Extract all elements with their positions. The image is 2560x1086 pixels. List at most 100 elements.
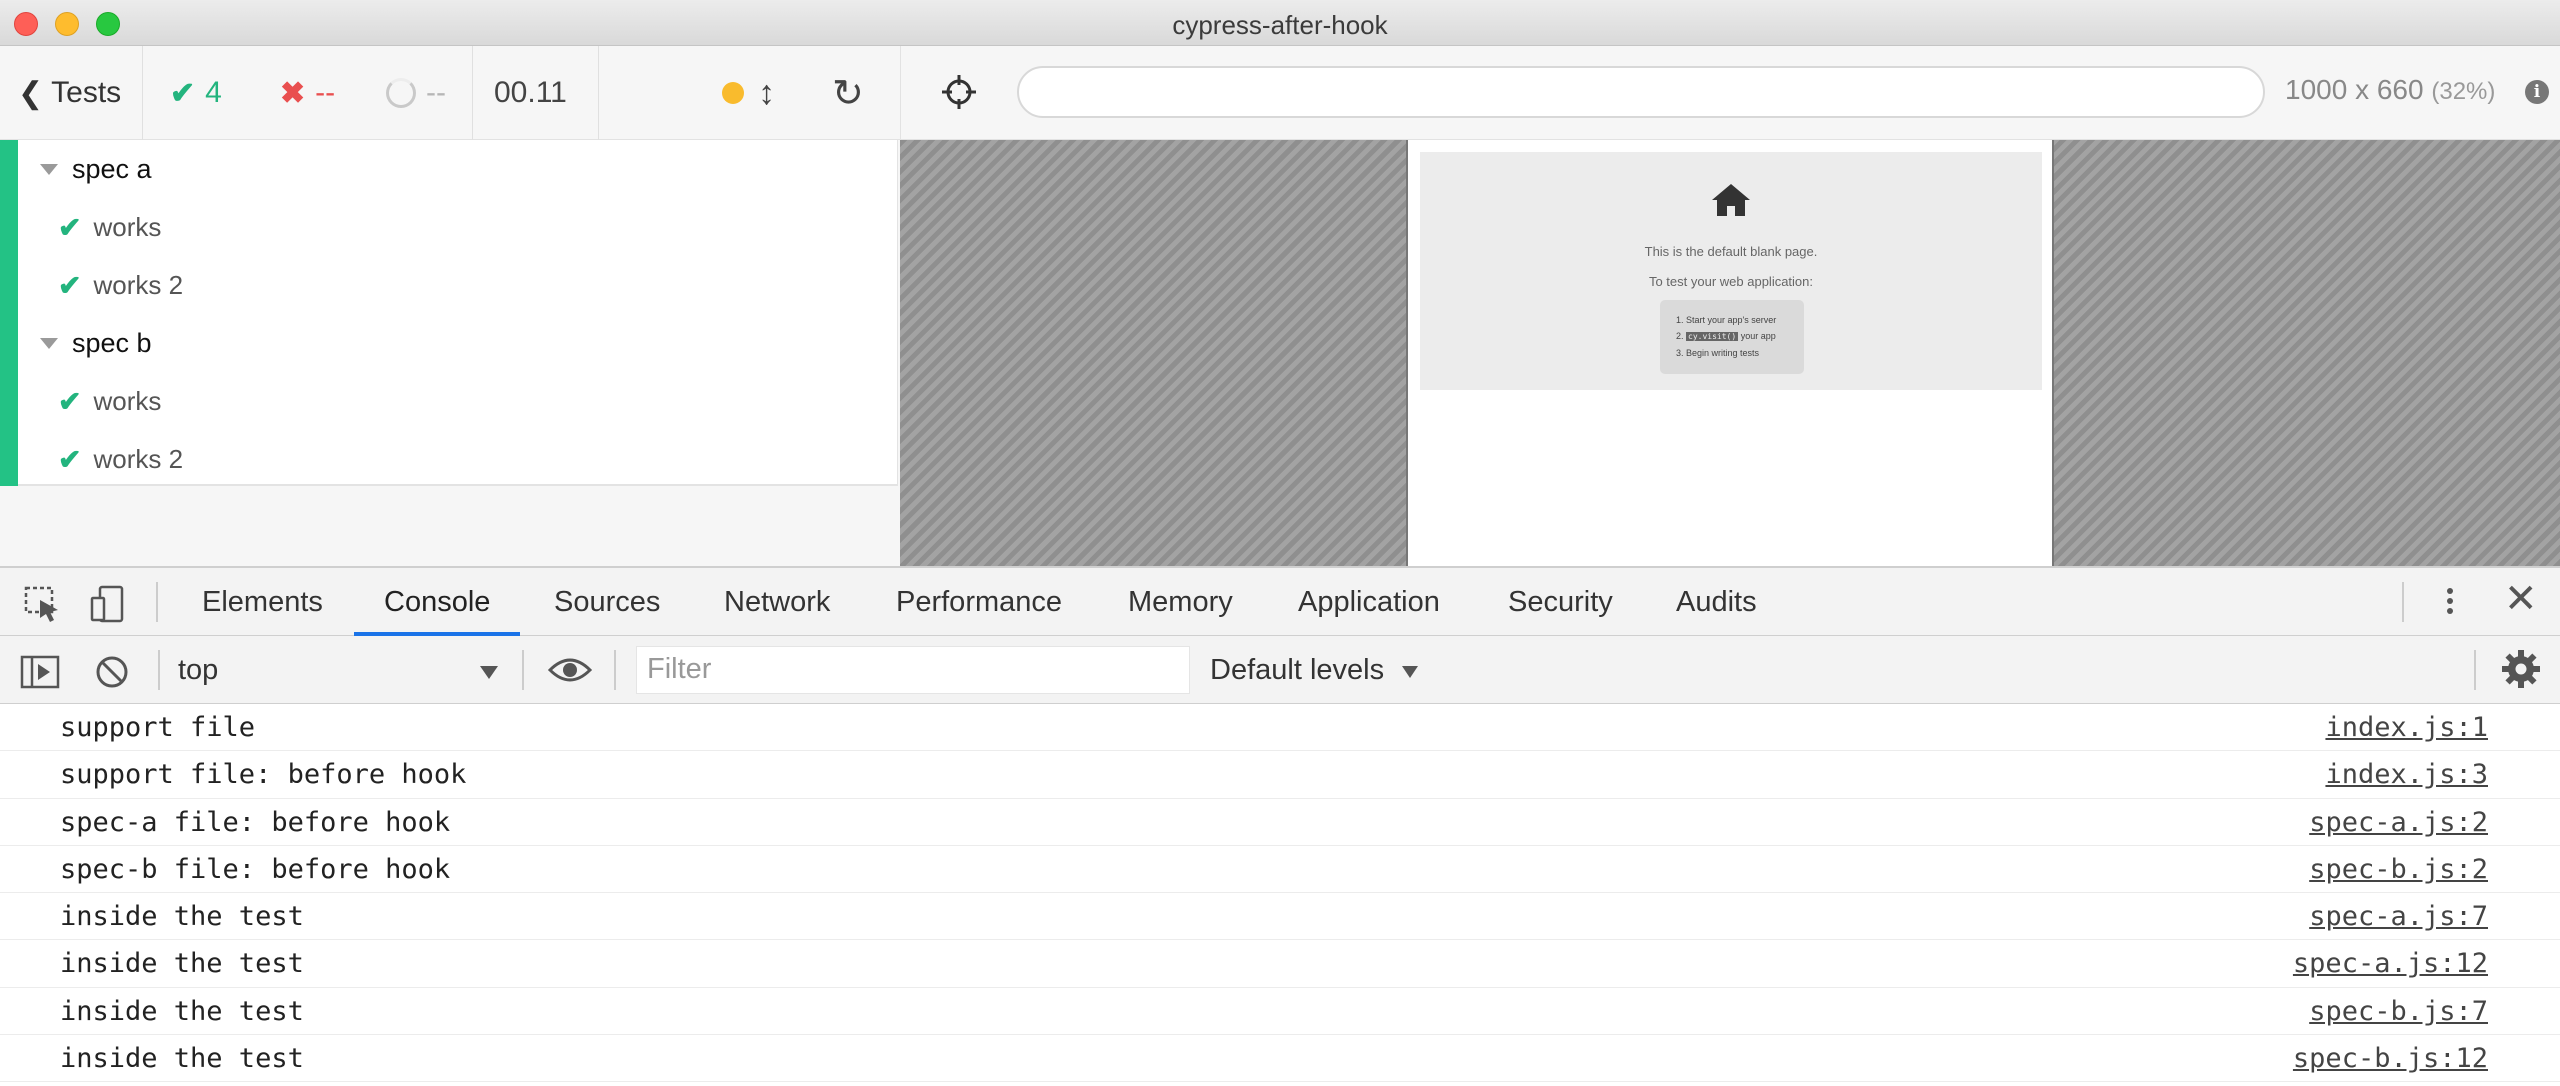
suite-row[interactable]: spec a	[18, 140, 898, 198]
log-source-link[interactable]: spec-a.js:2	[2309, 807, 2488, 838]
clear-console-icon[interactable]	[92, 652, 132, 692]
tab-sources[interactable]: Sources	[554, 568, 660, 636]
test-title: works 2	[93, 269, 184, 300]
auto-scroll-indicator[interactable]	[722, 46, 744, 140]
viewport-dimensions: 1000 x 660	[2285, 74, 2424, 105]
expand-vertical-icon[interactable]: ↕	[758, 46, 775, 140]
aut-iframe[interactable]: This is the default blank page. To test …	[1406, 140, 2054, 568]
inspect-element-icon[interactable]	[22, 584, 62, 624]
reload-icon: ↻	[832, 72, 864, 115]
passed-count: 4	[205, 76, 222, 109]
pending-stat: --	[386, 46, 446, 140]
log-source-link[interactable]: spec-a.js:7	[2309, 901, 2488, 932]
log-source-link[interactable]: index.js:3	[2325, 759, 2488, 790]
console-log-row: inside the test spec-b.js:12	[0, 1035, 2560, 1083]
test-row[interactable]: ✔ works	[18, 372, 898, 430]
log-message: spec-b file: before hook	[60, 853, 451, 885]
console-log-row: spec-b file: before hook spec-b.js:2	[0, 846, 2560, 894]
aut-iframe-container: This is the default blank page. To test …	[900, 140, 2560, 568]
rerun-button[interactable]: ↻	[832, 46, 864, 140]
test-title: works	[93, 211, 162, 242]
tab-security[interactable]: Security	[1508, 568, 1613, 636]
devtools-tab-bar: Elements Console Sources Network Perform…	[0, 568, 2560, 636]
tab-audits[interactable]: Audits	[1676, 568, 1757, 636]
log-message: support file	[60, 712, 256, 743]
gear-icon[interactable]	[2500, 648, 2542, 690]
tests-button-label: Tests	[51, 76, 122, 109]
log-source-link[interactable]: spec-b.js:7	[2309, 996, 2488, 1027]
context-select[interactable]: top	[178, 654, 218, 687]
log-message: spec-a file: before hook	[60, 806, 451, 838]
chevron-left-icon: ❮	[18, 76, 44, 110]
divider	[472, 46, 473, 140]
console-log-row: inside the test spec-a.js:12	[0, 940, 2560, 988]
window-title: cypress-after-hook	[1172, 10, 1388, 40]
suite-title: spec a	[72, 153, 152, 184]
suite-row[interactable]: spec b	[18, 314, 898, 372]
tab-elements[interactable]: Elements	[202, 568, 323, 636]
blank-page-instructions: To test your web application:	[1648, 274, 1814, 289]
log-source-link[interactable]: spec-b.js:12	[2293, 1043, 2488, 1074]
divider	[2402, 582, 2404, 622]
dropdown-caret-icon[interactable]	[1402, 666, 1418, 678]
blank-page-steps: 1. Start your app's server 2. cy.visit()…	[1660, 300, 1804, 374]
log-source-link[interactable]: index.js:1	[2325, 712, 2488, 743]
show-sidebar-icon[interactable]	[20, 652, 60, 692]
cross-icon: ✖	[280, 76, 306, 110]
step-2-suffix: your app	[1738, 331, 1776, 341]
divider	[614, 650, 616, 690]
divider	[158, 650, 160, 690]
eye-icon[interactable]	[548, 654, 592, 686]
selector-playground-icon[interactable]	[939, 72, 979, 112]
tab-memory[interactable]: Memory	[1128, 568, 1233, 636]
check-icon: ✔	[170, 76, 196, 110]
status-dot-icon	[722, 82, 744, 104]
test-row[interactable]: ✔ works 2	[18, 256, 898, 314]
test-row[interactable]: ✔ works 2	[18, 430, 898, 488]
device-toolbar-icon[interactable]	[88, 584, 128, 624]
runnables-list: spec a ✔ works ✔ works 2 spec b ✔ works …	[0, 140, 898, 486]
console-log-row: inside the test spec-b.js:7	[0, 988, 2560, 1036]
tab-console[interactable]: Console	[354, 568, 521, 636]
log-message: inside the test	[60, 901, 304, 933]
divider	[598, 46, 599, 140]
log-source-link[interactable]: spec-b.js:2	[2309, 854, 2488, 885]
log-source-link[interactable]: spec-a.js:12	[2293, 948, 2488, 979]
reporter-panel: spec a ✔ works ✔ works 2 spec b ✔ works …	[0, 140, 900, 568]
viewport-size: 1000 x 660 (32%)	[2285, 74, 2495, 106]
log-message: inside the test	[60, 948, 304, 980]
close-devtools-icon[interactable]: ✕	[2504, 576, 2538, 622]
tests-button[interactable]: ❮ Tests	[18, 46, 121, 140]
tab-performance[interactable]: Performance	[896, 568, 1062, 636]
tab-application[interactable]: Application	[1298, 568, 1440, 636]
window-titlebar: cypress-after-hook	[0, 0, 2560, 46]
failed-count: --	[315, 76, 336, 109]
info-icon[interactable]: i	[2525, 80, 2549, 104]
collapse-triangle-icon	[40, 163, 58, 175]
divider	[142, 46, 143, 140]
passed-status-bar	[0, 140, 18, 486]
step-2: 2. cy.visit() your app	[1676, 328, 1804, 345]
more-options-icon[interactable]	[2440, 584, 2460, 624]
tab-network[interactable]: Network	[724, 568, 830, 636]
test-title: works	[93, 385, 162, 416]
devtools-panel: Elements Console Sources Network Perform…	[0, 566, 2560, 1086]
log-message: inside the test	[60, 995, 304, 1027]
filter-input[interactable]: Filter	[636, 646, 1190, 694]
aut-header: 1000 x 660 (32%) i	[900, 46, 2560, 140]
url-bar[interactable]	[1017, 66, 2265, 118]
console-log-row: inside the test spec-a.js:7	[0, 893, 2560, 941]
check-icon: ✔	[58, 443, 82, 475]
step-1: 1. Start your app's server	[1676, 315, 1777, 325]
console-log-row: support file: before hook index.js:3	[0, 751, 2560, 799]
log-levels-select[interactable]: Default levels	[1210, 654, 1384, 687]
check-icon: ✔	[58, 211, 82, 243]
check-icon: ✔	[58, 385, 82, 417]
step-2-prefix: 2.	[1676, 331, 1687, 341]
test-row[interactable]: ✔ works	[18, 198, 898, 256]
console-log-row: spec-a file: before hook spec-a.js:2	[0, 799, 2560, 846]
log-message: support file: before hook	[60, 759, 467, 791]
dropdown-caret-icon[interactable]	[480, 666, 498, 679]
console-log-row: support file index.js:1	[0, 704, 2560, 752]
run-duration: 00.11	[494, 76, 567, 109]
